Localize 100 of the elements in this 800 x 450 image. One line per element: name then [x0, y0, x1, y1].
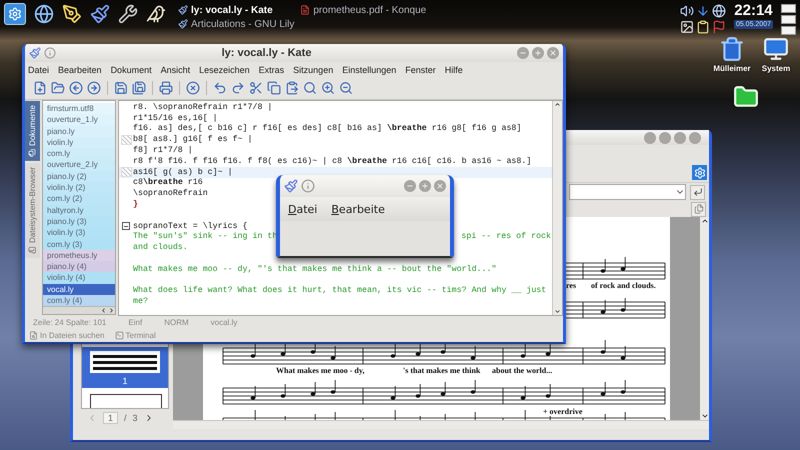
menu-item[interactable]: Datei — [28, 64, 50, 74]
open-folder-icon[interactable] — [51, 81, 65, 95]
desktop-icon-label[interactable]: Mülleimer — [713, 64, 751, 73]
file-list-item[interactable]: com.ly (4) — [43, 295, 115, 306]
side-tab[interactable]: Dokumente — [25, 101, 40, 161]
scroll-down-icon[interactable] — [554, 308, 561, 315]
save-all-icon[interactable] — [132, 81, 146, 95]
flag-icon[interactable] — [712, 20, 726, 34]
menu-item[interactable]: Hilfe — [444, 64, 463, 74]
scrollbar[interactable] — [43, 306, 115, 314]
file-list-item[interactable]: violin.ly (2) — [43, 182, 115, 194]
info-icon[interactable] — [301, 179, 315, 193]
brush-icon — [178, 19, 188, 29]
wrench-icon[interactable] — [118, 4, 138, 24]
file-list-item[interactable]: prometheus.ly — [43, 250, 115, 262]
menu-item[interactable]: Einstellungen — [342, 64, 396, 74]
file-list-item[interactable]: piano.ly (4) — [43, 261, 115, 272]
redo-icon[interactable] — [231, 81, 245, 95]
bookmark-marker — [120, 167, 132, 178]
fold-toggle[interactable] — [122, 222, 130, 230]
download-arrow-icon[interactable] — [696, 4, 710, 18]
file-list-item[interactable]: piano.ly (2) — [43, 170, 115, 182]
close-icon[interactable] — [186, 81, 200, 95]
taskbar-button[interactable]: Articulations - GNU Lily — [178, 17, 294, 31]
file-list-item[interactable]: piano.ly — [43, 126, 115, 137]
desktop-icon-label[interactable]: System — [762, 64, 790, 73]
scroll-down-icon[interactable] — [700, 412, 708, 420]
globe-icon[interactable] — [34, 4, 54, 24]
brush-icon[interactable] — [284, 179, 298, 193]
location-field[interactable] — [569, 184, 686, 200]
scroll-up-icon[interactable] — [700, 217, 708, 225]
file-list-item[interactable]: ouverture_1.ly — [43, 114, 115, 126]
gear-logo-icon[interactable] — [4, 3, 26, 25]
terminal-icon[interactable] — [114, 330, 124, 340]
menu-item[interactable]: Dokument — [110, 64, 152, 74]
taskbar-button[interactable]: ly: vocal.ly - Kate — [178, 3, 294, 17]
window-control-button[interactable] — [659, 132, 671, 144]
zoom-out-icon[interactable] — [339, 81, 353, 95]
menu-item[interactable]: Bearbeite — [331, 202, 385, 216]
menu-item[interactable]: Bearbeiten — [58, 64, 102, 74]
page-thumbnail[interactable]: 1 — [82, 347, 168, 388]
window-control-button[interactable] — [674, 132, 686, 144]
file-list-item[interactable]: violin.ly (3) — [43, 227, 115, 239]
copy-icon[interactable] — [267, 81, 281, 95]
cut-icon[interactable] — [249, 81, 263, 95]
picture-icon[interactable] — [680, 20, 694, 34]
documents-icon[interactable] — [28, 148, 36, 157]
file-list-item[interactable]: com.ly (2) — [43, 193, 115, 205]
tool-view-tab[interactable]: In Dateien suchen — [29, 330, 104, 340]
window-control-button[interactable] — [644, 132, 656, 144]
taskbar-button[interactable]: prometheus.pdf - Konque — [300, 3, 426, 17]
code-text: r8 f'8 f16. f f16 f16. f f8( es c16)~ | c8 \breathe r16 c16[ c16. b as16 ~ as8.] — [133, 156, 532, 166]
menu-item[interactable]: Ansicht — [160, 64, 190, 74]
file-list-item[interactable]: firnsturm.utf8 — [43, 103, 115, 114]
file-list-item[interactable]: com.ly — [43, 148, 115, 160]
scrollbar[interactable] — [552, 101, 562, 315]
bird-icon[interactable] — [146, 4, 166, 24]
print-icon[interactable] — [159, 81, 173, 95]
scrollbar[interactable] — [173, 420, 709, 429]
scroll-up-icon[interactable] — [554, 101, 561, 108]
clipboard-icon[interactable] — [696, 20, 710, 34]
pen-icon[interactable] — [62, 4, 82, 24]
desktop-pager[interactable] — [781, 4, 796, 35]
monitor-icon[interactable] — [763, 36, 789, 62]
file-list-item[interactable]: piano.ly (3) — [43, 216, 115, 228]
menu-item[interactable]: Datei — [288, 202, 318, 216]
window-control-button[interactable] — [689, 132, 701, 144]
file-list-item[interactable]: com.ly (3) — [43, 238, 115, 250]
folder-icon[interactable] — [733, 84, 759, 110]
side-tab[interactable]: Dateisystem-Browser — [25, 162, 40, 258]
new-file-icon[interactable] — [33, 81, 47, 95]
zoom-in-icon[interactable] — [321, 81, 335, 95]
back-icon[interactable] — [69, 81, 83, 95]
brush-icon[interactable] — [29, 47, 41, 59]
tool-view-tab[interactable]: Terminal — [114, 330, 156, 340]
forward-icon[interactable] — [87, 81, 101, 95]
speaker-icon[interactable] — [680, 4, 694, 18]
info-icon[interactable] — [44, 47, 56, 59]
save-icon[interactable] — [114, 81, 128, 95]
file-list-item[interactable]: haltyron.ly — [43, 204, 115, 216]
file-list-item[interactable]: ouverture_2.ly — [43, 159, 115, 171]
menu-item[interactable]: Fenster — [405, 64, 436, 74]
scrollbar[interactable] — [700, 217, 709, 420]
trash-icon[interactable] — [719, 36, 745, 62]
scroll-right-icon[interactable] — [108, 307, 115, 314]
file-list-item[interactable]: vocal.ly — [43, 284, 115, 296]
gear-logo-icon[interactable] — [692, 165, 707, 180]
menu-item[interactable]: Lesezeichen — [199, 64, 250, 74]
page-number-field[interactable]: 1 — [103, 412, 118, 424]
menu-item[interactable]: Sitzungen — [293, 64, 334, 74]
paintbrush-icon[interactable] — [90, 4, 110, 24]
file-list-item[interactable]: violin.ly (4) — [43, 272, 115, 284]
globe-icon[interactable] — [712, 4, 726, 18]
undo-icon[interactable] — [213, 81, 227, 95]
scroll-left-icon[interactable] — [100, 307, 107, 314]
paste-icon[interactable] — [285, 81, 299, 95]
file-list-item[interactable]: violin.ly — [43, 136, 115, 148]
menu-item[interactable]: Extras — [258, 64, 284, 74]
search-icon[interactable] — [303, 81, 317, 95]
file-search-icon[interactable] — [29, 330, 38, 340]
